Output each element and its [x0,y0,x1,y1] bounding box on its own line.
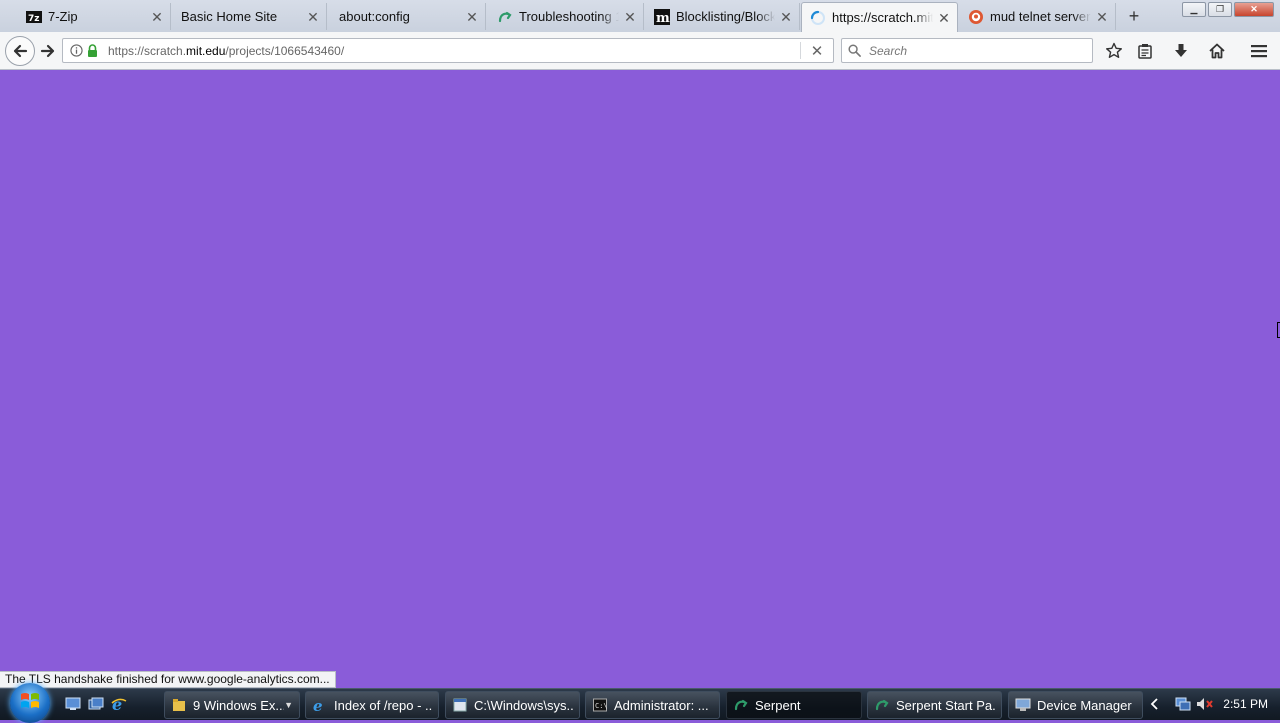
lock-icon[interactable] [87,44,99,58]
tab-basic-home-site[interactable]: Basic Home Site ✕ [172,3,327,30]
taskbar-button-device-manager[interactable]: Device Manager [1008,691,1143,719]
tab-close-icon[interactable]: ✕ [937,11,951,25]
taskbar-label: Device Manager [1037,697,1132,713]
tab-close-icon[interactable]: ✕ [150,10,164,24]
tab-title: mud telnet server [990,9,1091,24]
svg-text:7z: 7z [28,14,40,23]
tab-title: about:config [339,9,410,24]
mozilla-m-icon: m [654,8,670,25]
cmd-icon: C:\ [592,697,608,713]
taskbar-clock[interactable]: 2:51 PM [1223,697,1268,711]
tab-close-icon[interactable]: ✕ [623,10,637,24]
tab-scratch-active[interactable]: https://scratch.mit ✕ [801,2,958,32]
device-manager-icon [1015,697,1031,713]
taskbar-label: Index of /repo - ... [334,697,432,713]
serpent-icon [733,697,749,713]
tab-close-icon[interactable]: ✕ [1095,10,1109,24]
taskbar-button-windows-explorer[interactable]: 9 Windows Ex... ▼ [164,691,300,719]
forward-arrow-icon [40,44,55,58]
taskbar-label: Serpent [755,697,801,713]
url-host: mit.edu [186,43,226,58]
tab-close-icon[interactable]: ✕ [779,10,793,24]
serpent-icon [874,697,890,713]
new-tab-button[interactable]: + [1124,6,1144,26]
star-icon [1106,42,1122,58]
tab-title: 7-Zip [48,9,78,24]
close-window-button[interactable]: ✕ [1234,2,1274,17]
taskbar-label: C:\Windows\sys... [474,697,573,713]
status-panel: The TLS handshake finished for www.googl… [0,671,336,688]
minimize-button[interactable]: ▁ [1182,2,1206,17]
svg-text:m: m [656,11,670,25]
search-icon [848,44,862,58]
url-bar[interactable]: https://scratch.mit.edu/projects/1066543… [62,38,834,63]
windows-logo-icon [21,693,39,708]
bookmark-star-button[interactable] [1103,40,1125,62]
taskbar-button-serpent-start-page[interactable]: Serpent Start Pa... [867,691,1002,719]
serpent-icon [497,9,513,25]
tab-title: Troubleshooting 1 [519,9,619,24]
network-icon[interactable] [1175,694,1191,714]
stop-loading-icon[interactable]: ✕ [801,42,833,60]
taskbar-button-serpent[interactable]: Serpent [726,691,862,719]
home-button[interactable] [1206,40,1228,62]
hamburger-menu-icon [1251,45,1267,58]
taskbar-button-index-of-repo[interactable]: e Index of /repo - ... [305,691,439,719]
duckduckgo-icon [968,9,984,25]
volume-muted-icon[interactable] [1196,694,1214,714]
start-button[interactable] [10,683,50,723]
url-path: /projects/1066543460/ [225,43,345,58]
tab-close-icon[interactable]: ✕ [306,10,320,24]
page-content[interactable] [0,70,1280,688]
svg-text:e: e [313,697,323,713]
taskbar-button-windows-system[interactable]: C:\Windows\sys... [445,691,580,719]
switch-windows-icon[interactable] [86,694,106,714]
taskbar-label: 9 Windows Ex... [193,697,285,713]
site-info-icon[interactable] [69,44,83,58]
tab-close-icon[interactable]: ✕ [465,10,479,24]
svg-text:C:\: C:\ [595,702,607,710]
loading-spinner-icon [810,10,826,26]
reading-list-button[interactable] [1134,40,1156,62]
tab-blocklisting[interactable]: m Blocklisting/Block ✕ [646,3,800,30]
menu-button[interactable] [1248,40,1270,62]
tab-title: https://scratch.mit [832,10,933,25]
clipboard-icon [1138,44,1152,59]
home-icon [1209,43,1225,59]
search-input[interactable] [867,42,1091,59]
back-button[interactable] [5,36,35,66]
window-controls: ▁ ❐ ✕ [1180,2,1274,17]
search-bar[interactable] [841,38,1093,63]
tab-strip: 7z 7-Zip ✕ Basic Home Site ✕ about:confi… [0,0,1280,32]
navigation-toolbar: https://scratch.mit.edu/projects/1066543… [0,32,1280,70]
maximize-button[interactable]: ❐ [1208,2,1232,17]
tab-title: Basic Home Site [181,9,278,24]
url-text[interactable]: https://scratch.mit.edu/projects/1066543… [108,44,800,58]
back-arrow-icon [13,44,28,58]
folder-icon [171,697,187,713]
taskbar-label: Serpent Start Pa... [896,697,995,713]
taskbar-label: Administrator: ... [614,697,709,713]
7zip-icon: 7z [26,9,42,25]
tab-about-config[interactable]: about:config ✕ [330,3,486,30]
show-hidden-icons-button[interactable] [1150,694,1160,714]
chevron-left-icon [1150,698,1158,710]
ie-quicklaunch-icon[interactable]: e [109,694,129,714]
forward-button[interactable] [38,41,58,61]
window-icon [452,697,468,713]
show-desktop-icon[interactable] [63,694,83,714]
url-prefix: https://scratch. [108,43,187,58]
group-dropdown-icon[interactable]: ▼ [284,700,293,710]
tab-mud-telnet[interactable]: mud telnet server ✕ [960,3,1116,30]
svg-text:e: e [112,696,122,712]
tab-troubleshooting[interactable]: Troubleshooting 1 ✕ [489,3,644,30]
downloads-button[interactable] [1170,40,1192,62]
ie-icon: e [312,697,328,713]
download-arrow-icon [1175,44,1187,57]
taskbar-button-administrator-cmd[interactable]: C:\ Administrator: ... [585,691,720,719]
tab-title: Blocklisting/Block [676,9,775,24]
tab-7zip[interactable]: 7z 7-Zip ✕ [18,3,171,30]
